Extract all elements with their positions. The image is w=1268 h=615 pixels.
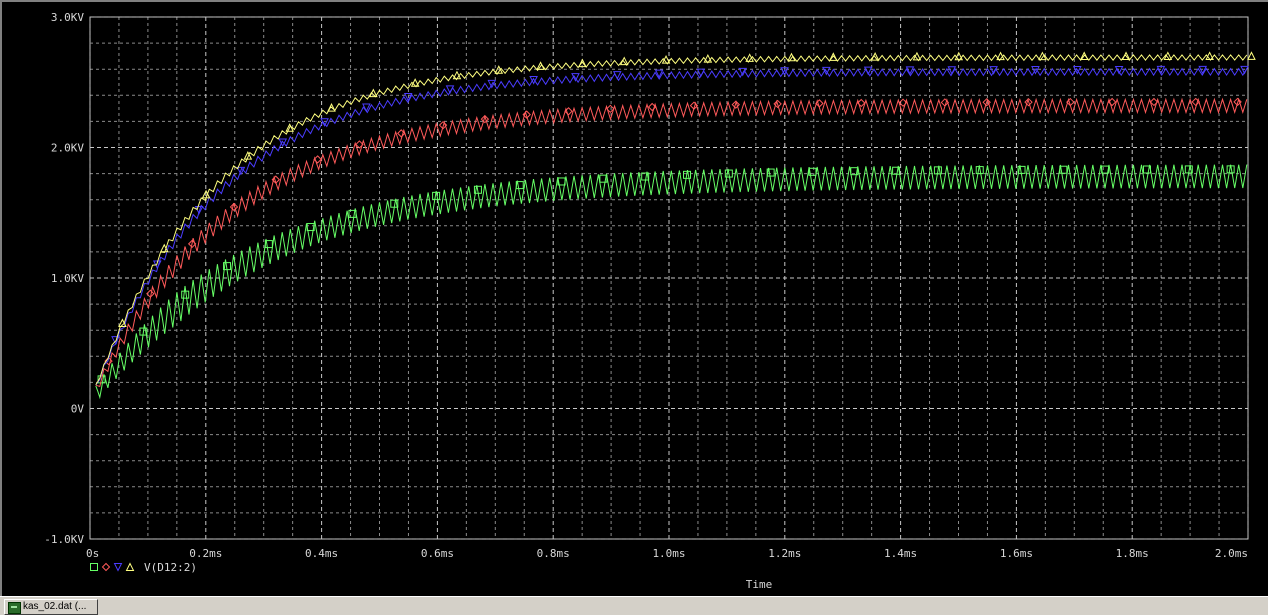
taskbar-item[interactable]: kas_02.dat (... [4,599,98,615]
x-tick-label: 2.0ms [1215,547,1248,560]
y-tick-label: 1.0KV [51,272,84,285]
x-tick-label: 0.2ms [189,547,222,560]
taskbar-item-label: kas_02.dat (... [23,601,87,612]
x-tick-label: 0.6ms [421,547,454,560]
chart: -1.0KV 0V 1.0KV 2.0KV 3.0KV 0s 0.2ms 0.4ms 0.6ms… [44,11,1256,591]
y-tick-label: 0V [71,403,85,416]
x-tick-label: 1.6ms [1000,547,1033,560]
x-tick-label: 1.8ms [1116,547,1149,560]
series-marker-triangle-down [1240,65,1249,75]
legend-marker-diamond [101,562,111,572]
data-file-icon [8,602,21,614]
x-tick-label: 0s [86,547,99,560]
series-marker-triangle-down [654,69,664,79]
series-marker-square [181,290,190,299]
series-marker-triangle-down [111,336,120,345]
x-tick-label: 1.4ms [884,547,917,560]
y-tick-label: -1.0KV [44,533,84,546]
legend-marker-triangle-up [125,562,135,571]
x-axis-label: Time [746,578,773,591]
series-marker-triangle-down [445,85,455,95]
series-marker-triangle-down [863,66,873,76]
x-tick-label: 1.0ms [652,547,685,560]
plot-window: -1.0KV 0V 1.0KV 2.0KV 3.0KV 0s 0.2ms 0.4ms 0.6ms… [0,0,1268,596]
legend-text: V(D12:2) [144,561,197,574]
x-tick-label: 0.8ms [537,547,570,560]
legend-marker-square [90,563,98,571]
x-tick-label: 0.4ms [305,547,338,560]
taskbar: kas_02.dat (... [0,596,1268,615]
series-marker-triangle-down [194,206,204,215]
series-marker-triangle-up [828,52,838,61]
x-tick-label: 1.2ms [768,547,801,560]
series-marker-triangle-up [703,53,713,63]
y-tick-label: 2.0KV [51,142,84,155]
series-marker-triangle-up [1247,51,1256,60]
legend-marker-triangle-down [113,563,123,572]
y-tick-label: 3.0KV [51,11,84,24]
